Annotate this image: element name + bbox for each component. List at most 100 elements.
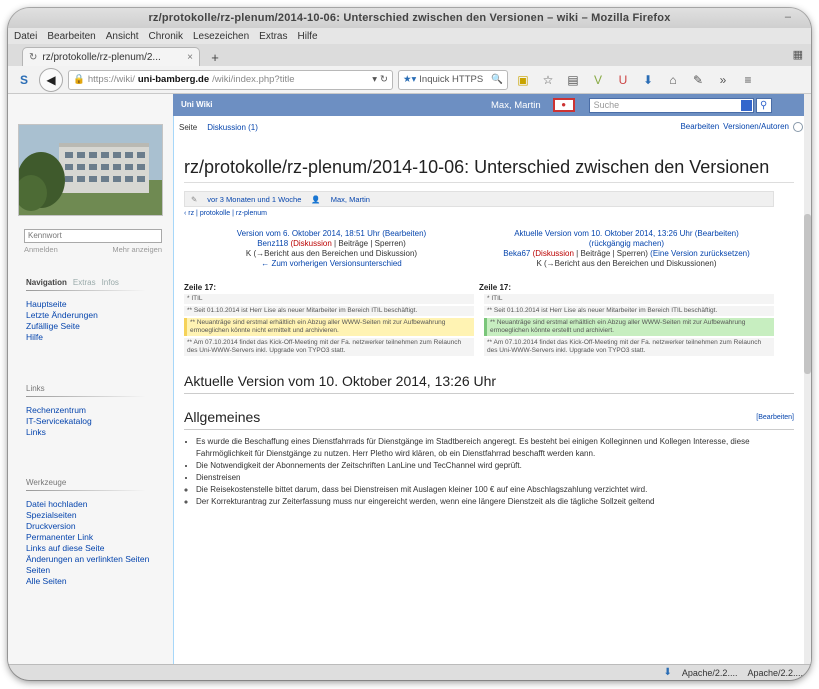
sidebar-item-spezialseiten[interactable]: Spezialseiten xyxy=(26,510,149,521)
wiki-logo[interactable] xyxy=(18,124,163,216)
watch-star-icon[interactable] xyxy=(793,122,803,132)
new-version-user[interactable]: Beka67 xyxy=(503,249,530,258)
wiki-search-icon[interactable]: ⚲ xyxy=(755,97,772,113)
minimize-button[interactable]: – xyxy=(785,11,791,23)
sidebar-item-datei-hochladen[interactable]: Datei hochladen xyxy=(26,499,149,510)
section-edit-link[interactable]: [Bearbeiten] xyxy=(756,414,794,421)
menu-icon[interactable]: ≡ xyxy=(738,70,758,90)
diff-deleted-line: ** Neuanträge sind erstmal erhältlich ei… xyxy=(184,318,474,336)
old-version-user[interactable]: Benz118 xyxy=(257,239,288,248)
edit-pencil-icon: ✎ xyxy=(191,194,198,204)
browser-tab[interactable]: ↻ rz/protokolle/rz-plenum/2... × xyxy=(22,47,200,66)
sidebar-item-druckversion[interactable]: Druckversion xyxy=(26,521,149,532)
go-button[interactable] xyxy=(740,99,752,111)
tools-icon[interactable]: ✎ xyxy=(688,70,708,90)
sidebar-item-hilfe[interactable]: Hilfe xyxy=(26,332,146,343)
previous-diff-link[interactable]: ← Zum vorherigen Versionsunterschied xyxy=(261,259,402,268)
breadcrumb[interactable]: ‹ rz | protokolle | rz-plenum xyxy=(184,210,794,217)
search-bar[interactable]: ★▾ Inquick HTTPS 🔍 xyxy=(398,69,508,90)
tab-bearbeiten[interactable]: Bearbeiten xyxy=(680,122,719,132)
download-status-icon[interactable]: ⬇ xyxy=(664,667,672,678)
old-version-summary: K (→Bericht aus den Bereichen und Diskus… xyxy=(245,249,418,258)
notice-time[interactable]: vor 3 Monaten und 1 Woche xyxy=(207,195,301,204)
wiki-search-input[interactable]: Suche xyxy=(588,97,754,113)
close-tab-icon[interactable]: × xyxy=(187,52,193,63)
notifications-icon[interactable]: ● xyxy=(552,98,575,112)
new-version-summary: K (→Bericht aus den Bereichen und Diskus… xyxy=(536,259,717,268)
undo-link[interactable]: (rückgängig machen) xyxy=(589,239,664,248)
tab-versionen[interactable]: Versionen/Autoren xyxy=(723,122,789,132)
sidebar-item-links-auf-seite[interactable]: Links auf diese Seite xyxy=(26,543,149,554)
sidebar-item-aenderungen-verlinkt[interactable]: Änderungen an verlinkten Seiten xyxy=(26,554,149,565)
list-item: Der Korrekturantrag zur Zeiterfassung mu… xyxy=(196,496,794,508)
tab-diskussion[interactable]: Diskussion (1) xyxy=(204,122,261,133)
sidebar-item-rechenzentrum[interactable]: Rechenzentrum xyxy=(26,405,146,416)
url-bar[interactable]: 🔒 https://wiki/uni-bamberg.de/wiki/index… xyxy=(68,69,393,90)
wiki-top-bar: Uni Wiki Max, Martin ● Suche ⚲ xyxy=(173,94,811,116)
vertical-scrollbar[interactable] xyxy=(804,94,811,664)
sidebar-item-seiten[interactable]: Seiten xyxy=(26,565,149,576)
window-title: rz/protokolle/rz-plenum/2014-10-06: Unte… xyxy=(148,12,671,24)
new-tab-button[interactable]: + xyxy=(204,48,226,66)
browser-window: rz/protokolle/rz-plenum/2014-10-06: Unte… xyxy=(8,8,811,680)
page-tabs-right: Bearbeiten Versionen/Autoren xyxy=(680,122,803,132)
bookmarks-icon[interactable]: ▤ xyxy=(563,70,583,90)
sidebar-login-input[interactable]: Kennwort xyxy=(24,229,162,243)
dropdown-icon[interactable]: ▾ xyxy=(372,74,377,85)
old-version-link[interactable]: Version vom 6. Oktober 2014, 18:51 Uhr (… xyxy=(237,229,426,238)
sidebar-item-it-servicekatalog[interactable]: IT-Servicekatalog xyxy=(26,416,146,427)
login-link[interactable]: Anmelden xyxy=(24,245,58,254)
more-link[interactable]: Mehr anzeigen xyxy=(112,245,162,254)
user-menu[interactable]: Max, Martin xyxy=(491,100,541,111)
new-version-tools: | Beiträge | Sperren) xyxy=(576,249,648,258)
menu-hilfe[interactable]: Hilfe xyxy=(298,31,318,42)
old-version-talk[interactable]: (Diskussion xyxy=(290,239,331,248)
menu-extras[interactable]: Extras xyxy=(259,31,287,42)
overflow-icon[interactable]: » xyxy=(713,70,733,90)
tab-navigation[interactable]: Navigation xyxy=(26,278,67,287)
ublock-icon[interactable]: U xyxy=(613,70,633,90)
menu-chronik[interactable]: Chronik xyxy=(149,31,183,42)
diff-line-numbers: Zeile 17: Zeile 17: xyxy=(184,283,774,292)
new-version-info: Aktuelle Version vom 10. Oktober 2014, 1… xyxy=(479,229,774,269)
notice-user[interactable]: Max, Martin xyxy=(331,195,370,204)
page-content: rz/protokolle/rz-plenum/2014-10-06: Unte… xyxy=(184,156,794,508)
rollback-link[interactable]: (Eine Version zurücksetzen) xyxy=(650,249,750,258)
diff-left-column: * ITIL ** Seit 01.10.2014 ist Herr Lise … xyxy=(184,294,474,358)
current-version-heading: Aktuelle Version vom 10. Oktober 2014, 1… xyxy=(184,372,794,394)
diff-header: Version vom 6. Oktober 2014, 18:51 Uhr (… xyxy=(184,229,774,269)
search-engine-icon[interactable]: ★▾ xyxy=(403,74,416,85)
reload-icon[interactable]: ↻ xyxy=(380,74,388,85)
sidebar-item-alle-seiten[interactable]: Alle Seiten xyxy=(26,576,149,587)
search-icon[interactable]: 🔍 xyxy=(491,74,503,85)
menu-ansicht[interactable]: Ansicht xyxy=(106,31,139,42)
home-icon[interactable]: ⌂ xyxy=(663,70,683,90)
bookmark-star-icon[interactable]: ☆ xyxy=(538,70,558,90)
menu-datei[interactable]: Datei xyxy=(14,31,37,42)
new-version-link[interactable]: Aktuelle Version vom 10. Oktober 2014, 1… xyxy=(514,229,739,238)
tab-extras[interactable]: Extras xyxy=(73,278,96,287)
url-prefix: https://wiki/ xyxy=(87,74,135,85)
sidebar-item-permanenter-link[interactable]: Permanenter Link xyxy=(26,532,149,543)
addon-v-icon[interactable]: V xyxy=(588,70,608,90)
sidebar-item-letzte-aenderungen[interactable]: Letzte Änderungen xyxy=(26,310,146,321)
tab-seite[interactable]: Seite xyxy=(176,122,200,133)
sidebar-item-zufaellige-seite[interactable]: Zufällige Seite xyxy=(26,321,146,332)
pocket-icon[interactable]: ▣ xyxy=(513,70,533,90)
sidebar-item-hauptseite[interactable]: Hauptseite xyxy=(26,299,146,310)
user-icon: 👤 xyxy=(311,194,321,204)
tab-infos[interactable]: Infos xyxy=(102,278,119,287)
list-item: Dienstreisen xyxy=(196,472,794,484)
download-icon[interactable]: ⬇ xyxy=(638,70,658,90)
wiki-brand[interactable]: Uni Wiki xyxy=(181,101,221,109)
menu-lesezeichen[interactable]: Lesezeichen xyxy=(193,31,249,42)
back-button[interactable]: ◀ xyxy=(39,67,63,92)
new-version-talk[interactable]: (Diskussion xyxy=(533,249,574,258)
menu-bearbeiten[interactable]: Bearbeiten xyxy=(47,31,95,42)
sidebar-item-links[interactable]: Links xyxy=(26,427,146,438)
list-all-tabs-icon[interactable]: ▦ xyxy=(793,48,803,61)
addon-s-icon[interactable]: S xyxy=(14,70,34,90)
wiki-page: Seite Diskussion (1) Bearbeiten Versione… xyxy=(173,116,811,664)
scrollbar-thumb[interactable] xyxy=(804,214,811,374)
sub-bullet-list: Die Reisekostenstelle bittet darum, dass… xyxy=(184,484,794,508)
